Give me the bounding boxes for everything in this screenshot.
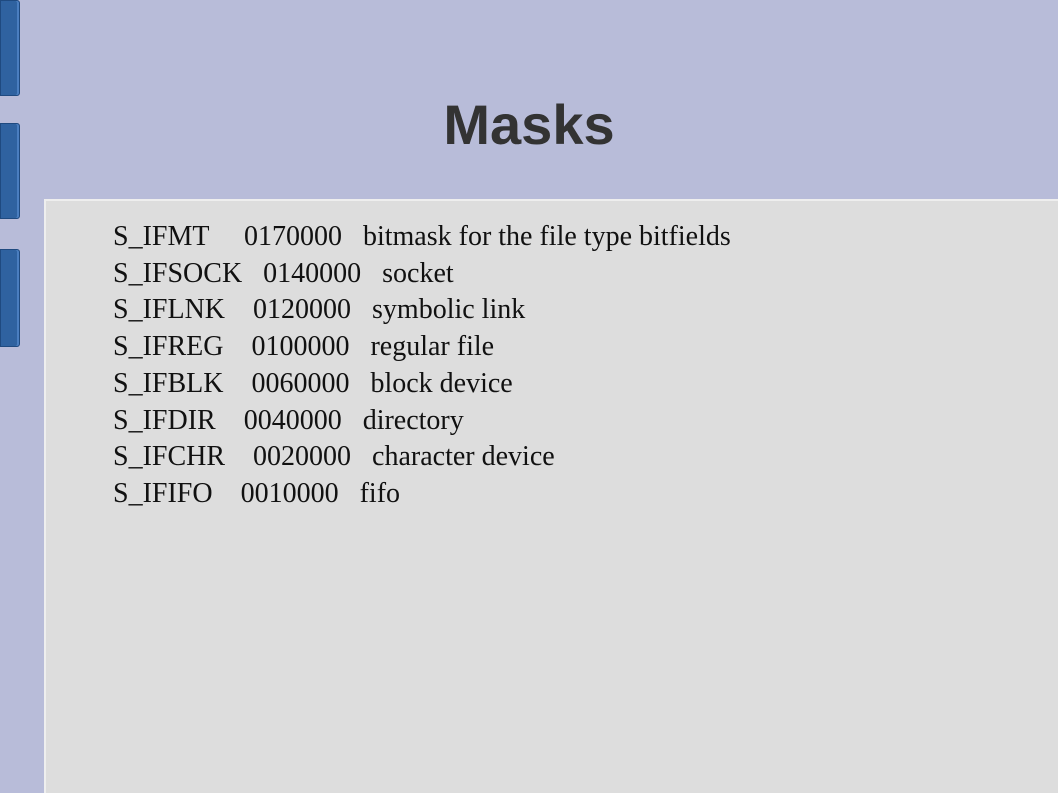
mask-line: S_IFLNK 0120000 symbolic link xyxy=(113,294,526,326)
mask-line: S_IFDIR 0040000 directory xyxy=(113,404,464,436)
slide-title: Masks xyxy=(443,93,615,156)
mask-line: S_IFMT 0170000 bitmask for the file type… xyxy=(113,221,731,252)
decorative-side-bar xyxy=(0,249,20,347)
mask-line: S_IFCHR 0020000 character device xyxy=(113,441,555,473)
mask-line: S_IFREG 0100000 regular file xyxy=(113,331,495,363)
decorative-side-bar xyxy=(0,0,20,96)
mask-list: S_IFMT 0170000 bitmask for the file type… xyxy=(113,219,731,513)
mask-line: S_IFIFO 0010000 fifo xyxy=(113,477,401,509)
mask-line: S_IFBLK 0060000 block device xyxy=(113,367,513,399)
mask-line: S_IFSOCK 0140000 socket xyxy=(113,257,454,289)
